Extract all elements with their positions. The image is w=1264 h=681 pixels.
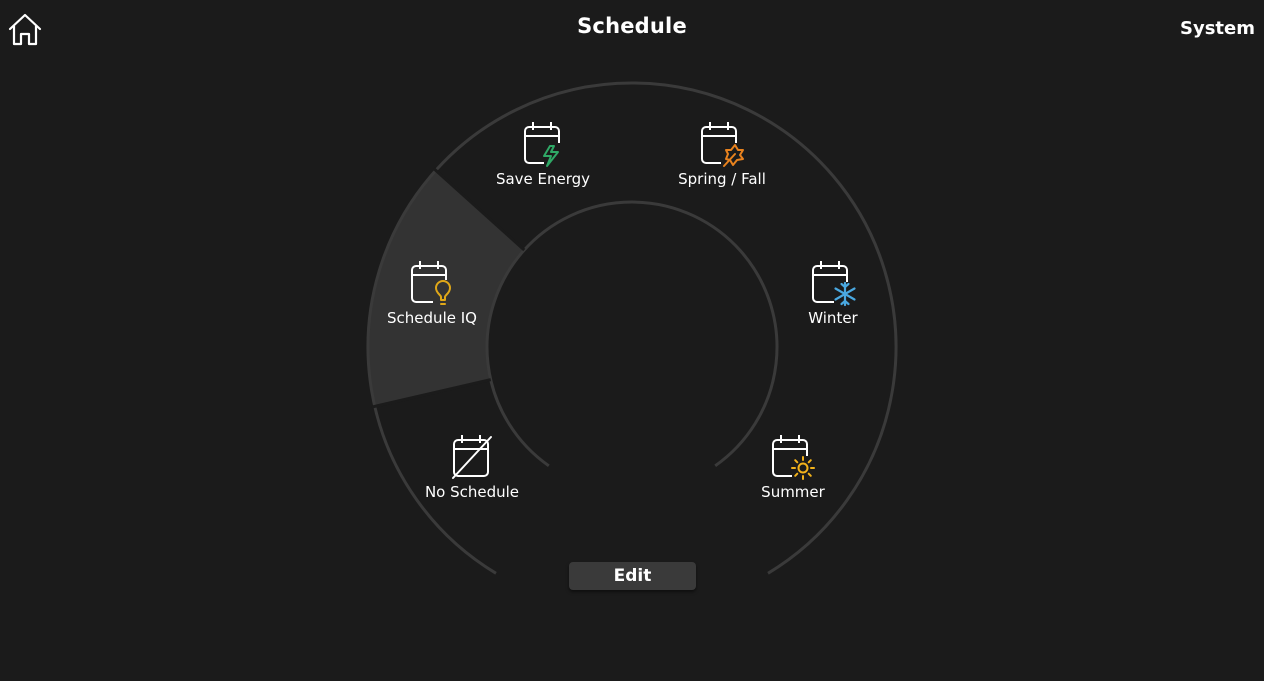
mode-save-energy[interactable]: Save Energy — [473, 119, 613, 188]
mode-spring-fall[interactable]: Spring / Fall — [652, 119, 792, 188]
calendar-snowflake-icon — [812, 261, 856, 307]
edit-button[interactable]: Edit — [569, 562, 696, 590]
mode-label: Winter — [808, 309, 858, 327]
calendar-off-icon — [452, 435, 492, 479]
mode-label: No Schedule — [424, 483, 520, 501]
calendar-leaf-icon — [701, 122, 744, 167]
mode-schedule-iq[interactable]: Schedule IQ — [362, 258, 502, 327]
mode-label: Schedule IQ — [387, 309, 477, 327]
mode-label: Summer — [761, 483, 825, 501]
mode-label: Spring / Fall — [678, 170, 766, 188]
mode-label: Save Energy — [495, 170, 591, 188]
mode-winter[interactable]: Winter — [763, 258, 903, 327]
calendar-bolt-icon — [524, 122, 560, 167]
calendar-lightbulb-icon — [411, 261, 451, 305]
mode-no-schedule[interactable]: No Schedule — [402, 432, 542, 501]
calendar-sun-icon — [772, 435, 815, 480]
inner-ring — [485, 200, 779, 468]
mode-summer[interactable]: Summer — [723, 432, 863, 501]
